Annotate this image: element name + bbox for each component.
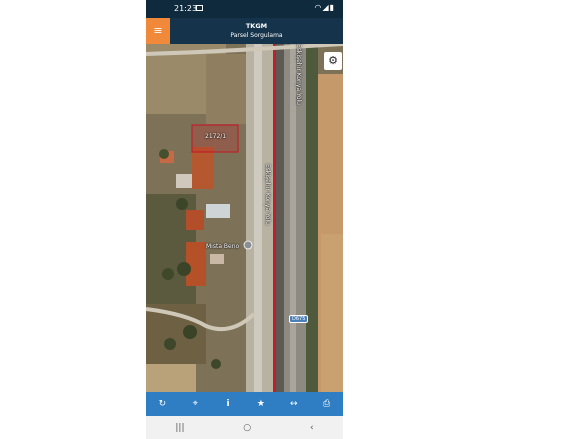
star-icon[interactable]: ★ (250, 399, 272, 409)
home-icon[interactable]: ○ (243, 423, 251, 433)
gear-icon[interactable]: ⚙ (324, 52, 342, 70)
app-header: ≡ TKGM Parsel Sorgulama (146, 18, 343, 44)
app-subtitle: Parsel Sorgulama (230, 32, 283, 39)
measure-icon[interactable]: ↔ (283, 399, 305, 409)
road-shield: D675 (289, 315, 309, 323)
info-icon[interactable]: i (217, 399, 239, 409)
status-time: 21:23 (174, 4, 198, 13)
android-nav-bar: ||| ○ ‹ (146, 416, 343, 439)
app-title: TKGM (245, 22, 268, 30)
status-bar: 21:23 ◠◢▮ (146, 0, 343, 18)
map-imagery (146, 44, 343, 392)
road-label: Eskişehir Konya Yolu (295, 44, 302, 105)
hamburger-menu-icon[interactable]: ≡ (146, 18, 170, 44)
locate-icon[interactable]: ⌖ (184, 399, 206, 409)
system-icons: ◠◢▮ (314, 3, 335, 12)
satellite-map[interactable]: 2172/1 Eskişehir Konya Yolu Eskişehir Ko… (146, 44, 343, 392)
phone-screen: 21:23 ◠◢▮ ≡ TKGM Parsel Sorgulama 2172/1… (146, 0, 343, 439)
battery-icon: ▮ (329, 3, 335, 12)
recent-apps-icon[interactable]: ||| (175, 423, 184, 433)
bottom-toolbar: ↻ ⌖ i ★ ↔ ⎙ (146, 392, 343, 416)
parcel-label[interactable]: 2172/1 (205, 133, 226, 140)
back-icon[interactable]: ‹ (310, 423, 314, 433)
road-label: Eskişehir Konya Yolu (264, 164, 271, 225)
poi-label[interactable]: Mısta Beno (206, 243, 239, 250)
print-icon[interactable]: ⎙ (316, 399, 338, 409)
refresh-icon[interactable]: ↻ (151, 399, 173, 409)
signal-icon: ◢ (322, 3, 330, 12)
image-icon (196, 5, 203, 11)
